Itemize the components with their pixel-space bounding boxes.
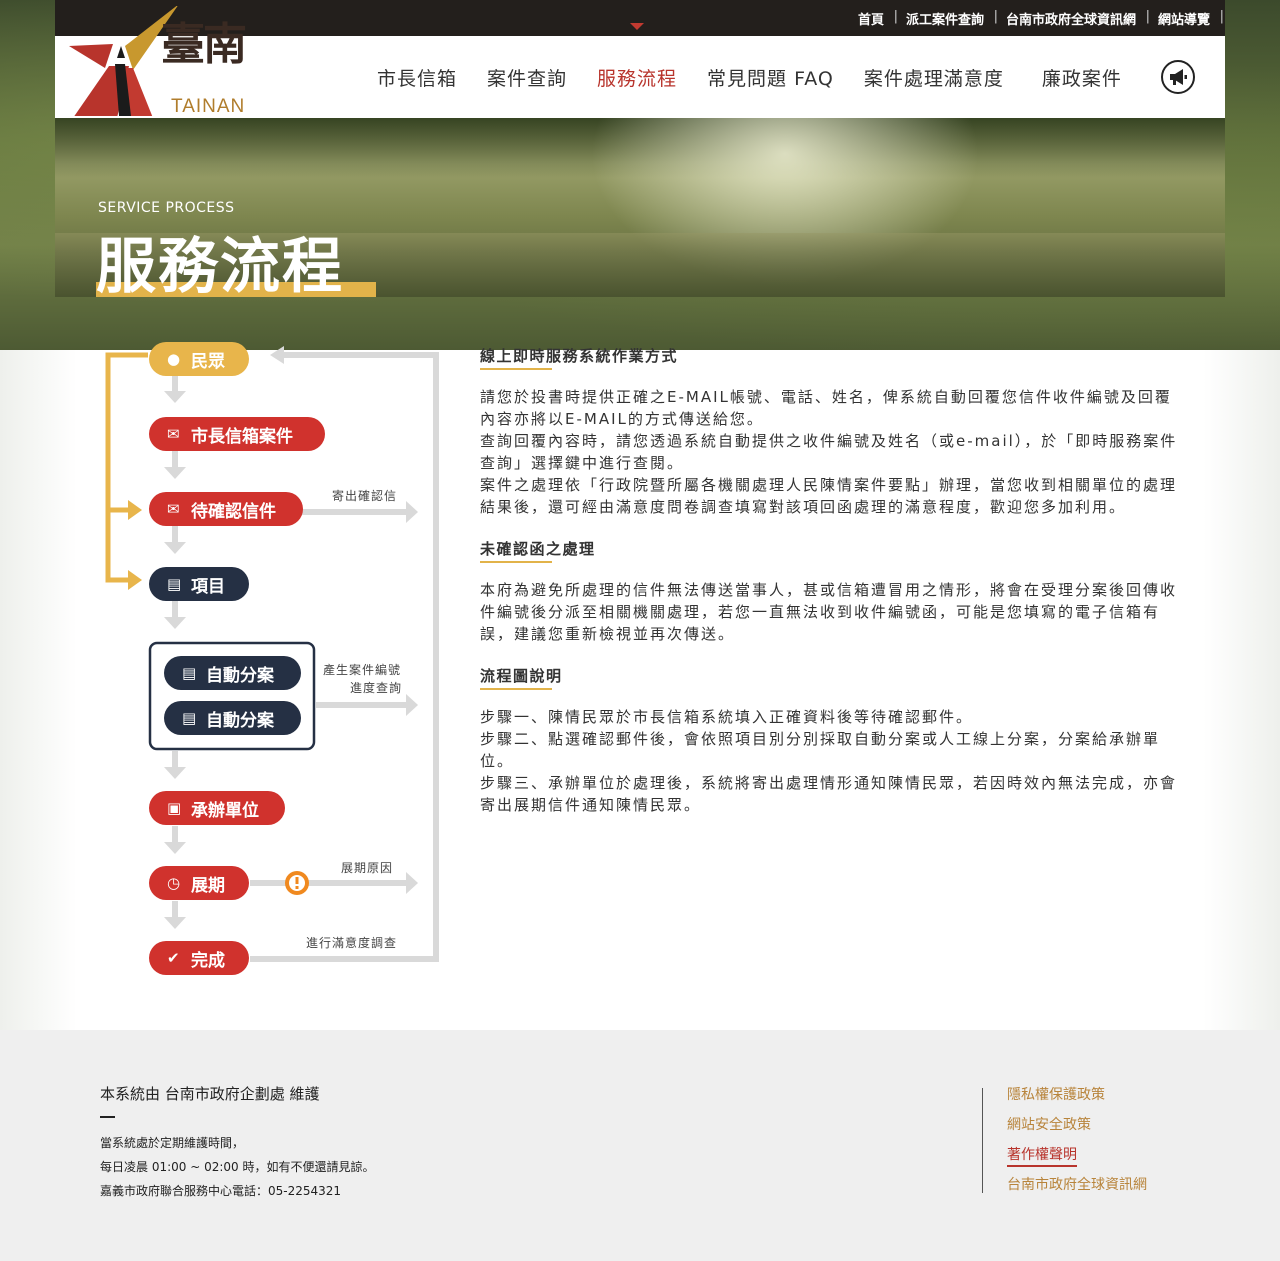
footer-links: 隱私權保護政策 網站安全政策 著作權聲明 台南市政府全球資訊網 — [982, 1088, 1147, 1193]
step-auto-assign-1: ▤ 自動分案 — [164, 656, 301, 690]
footer-link-copyright[interactable]: 著作權聲明 — [1007, 1147, 1147, 1178]
top-link-city-portal[interactable]: 台南市政府全球資訊網 — [995, 9, 1150, 28]
label-extend-reason: 展期原因 — [341, 861, 394, 875]
main-content: 線上即時服務系統作業方式 請您於投書時提供正確之E-MAIL帳號、電話、姓名，俾… — [480, 345, 1185, 836]
clock-icon: ◷ — [167, 874, 181, 892]
label-survey: 進行滿意度調查 — [306, 936, 398, 950]
step-extension: ◷ 展期 — [149, 866, 249, 900]
footer-divider — [100, 1116, 115, 1118]
logo-text-en: TAINAN — [171, 96, 246, 117]
footer-note: 嘉義市政府聯合服務中心電話：05-2254321 — [100, 1184, 342, 1198]
banner-subtitle: SERVICE PROCESS — [98, 200, 235, 216]
section-unconfirmed: 未確認函之處理 本府為避免所處理的信件無法傳送當事人，甚或信箱遭冒用之情形，將會… — [480, 538, 1185, 645]
tainan-logo[interactable]: 臺南 TAINAN — [69, 4, 259, 118]
section-flow-explanation: 流程圖說明 步驟一、陳情民眾於市長信箱系統填入正確資料後等待確認郵件。 步驟二、… — [480, 665, 1185, 816]
document-icon: ▤ — [182, 709, 197, 727]
section-online-service: 線上即時服務系統作業方式 請您於投書時提供正確之E-MAIL帳號、電話、姓名，俾… — [480, 345, 1185, 518]
step-item: ▤ 項目 — [149, 567, 249, 601]
top-links: 首頁 派工案件查詢 台南市政府全球資訊網 網站導覽 — [847, 0, 1225, 36]
top-link-dispatch-query[interactable]: 派工案件查詢 — [895, 9, 998, 28]
main-navbar: 臺南 TAINAN 市長信箱 案件查詢 服務流程 常見問題 FAQ 案件處理滿意… — [55, 4, 1225, 131]
envelope-icon: ✉ — [167, 425, 180, 443]
footer-link-privacy[interactable]: 隱私權保護政策 — [1007, 1088, 1147, 1118]
top-link-sitemap[interactable]: 網站導覽 — [1147, 9, 1224, 28]
section-heading: 流程圖說明 — [480, 667, 563, 690]
inbox-icon: ▣ — [167, 799, 182, 817]
nav-integrity-cases[interactable]: 廉政案件 — [1042, 64, 1122, 91]
footer-note: 每日凌晨 01:00 ~ 02:00 時，如有不便還請見諒。 — [100, 1160, 375, 1174]
section-body: 本府為避免所處理的信件無法傳送當事人，甚或信箱遭冒用之情形，將會在受理分案後回傳… — [480, 581, 1178, 643]
step-pending-mail: ✉ 待確認信件 — [149, 492, 303, 526]
logo-text-cn: 臺南 — [161, 19, 247, 70]
nav-faq[interactable]: 常見問題 FAQ — [707, 64, 834, 91]
nav-mayor-mailbox[interactable]: 市長信箱 — [377, 64, 457, 91]
section-heading: 未確認函之處理 — [480, 540, 596, 563]
step-citizen: ● 民眾 — [149, 342, 249, 376]
label-send-confirm: 寄出確認信 — [332, 489, 398, 503]
site-footer: 本系統由 台南市政府企劃處 維護 當系統處於定期維護時間， 每日凌晨 01:00… — [0, 1030, 1280, 1261]
nav-case-query[interactable]: 案件查詢 — [487, 64, 567, 91]
document-icon: ▤ — [182, 664, 197, 682]
document-icon: ▤ — [167, 575, 182, 593]
envelope-icon: ✉ — [167, 500, 180, 518]
check-circle-icon: ✔ — [167, 949, 180, 967]
step-complete: ✔ 完成 — [149, 941, 249, 975]
user-icon: ● — [167, 350, 181, 368]
megaphone-icon[interactable] — [1161, 60, 1195, 94]
step-auto-assign-2: ▤ 自動分案 — [164, 701, 301, 735]
top-link-home[interactable]: 首頁 — [847, 9, 898, 28]
banner-title: 服務流程 — [96, 232, 344, 297]
nav-service-process[interactable]: 服務流程 — [597, 22, 677, 131]
footer-note: 當系統處於定期維護時間， — [100, 1136, 245, 1150]
label-progress-query: 進度查詢 — [350, 681, 403, 695]
section-body: 步驟一、陳情民眾於市長信箱系統填入正確資料後等待確認郵件。 步驟二、點選確認郵件… — [480, 708, 1178, 814]
service-flowchart: ● 民眾 ✉ 市長信箱案件 ✉ 待確認信件 ▤ 項目 ▤ 自動分案 ▤ 自動分案 ▣ 承辦單位… — [100, 335, 450, 985]
footer-link-city-portal[interactable]: 台南市政府全球資訊網 — [1007, 1178, 1147, 1208]
main-nav: 市長信箱 案件查詢 服務流程 常見問題 FAQ 案件處理滿意度 廉政案件 — [377, 22, 1152, 131]
step-mayor-mailbox-case: ✉ 市長信箱案件 — [149, 417, 325, 451]
section-body: 請您於投書時提供正確之E-MAIL帳號、電話、姓名，俾系統自動回覆您信件收件編號… — [480, 388, 1178, 516]
footer-maintainer: 本系統由 台南市政府企劃處 維護 — [100, 1085, 320, 1103]
label-generate-number: 產生案件編號 — [323, 663, 402, 677]
step-handling-unit: ▣ 承辦單位 — [149, 791, 285, 825]
footer-link-security[interactable]: 網站安全政策 — [1007, 1118, 1147, 1148]
hero-banner: SERVICE PROCESS 服務流程 — [55, 118, 1225, 297]
section-heading: 線上即時服務系統作業方式 — [480, 347, 679, 370]
nav-satisfaction[interactable]: 案件處理滿意度 — [864, 64, 1004, 91]
